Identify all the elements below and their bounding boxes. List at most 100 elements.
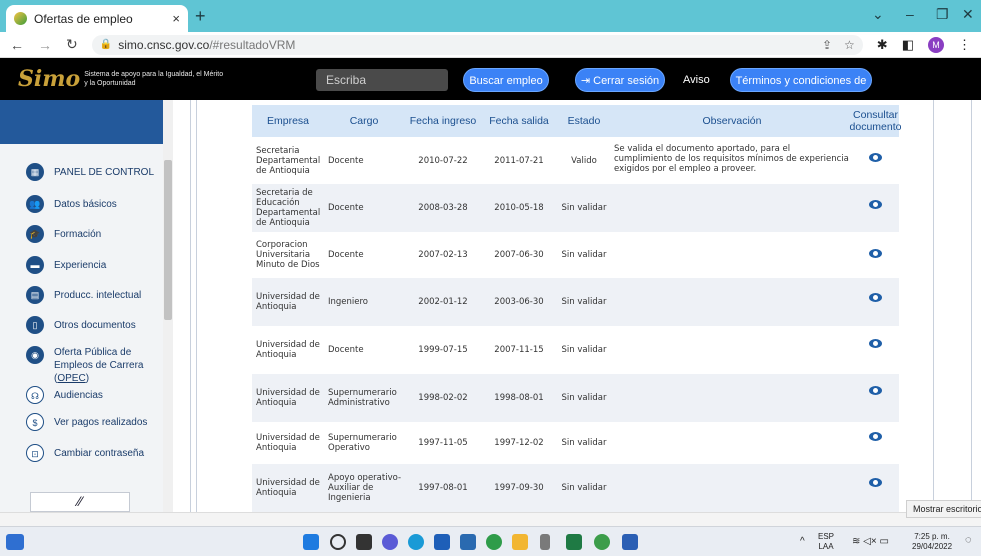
cell-salida: 2003-06-30 [494,297,544,307]
file-explorer-icon[interactable] [512,534,528,550]
chat-icon[interactable] [382,534,398,550]
search-icon[interactable] [330,534,346,550]
restore-icon[interactable]: ❐ [936,6,949,23]
chrome-profile-icon[interactable] [594,534,610,550]
main-content: Empresa Cargo Fecha ingreso Fecha salida… [173,100,981,512]
sidebar-item-contrasena[interactable]: ⊡ Cambiar contraseña [26,444,144,462]
sidebar-item-panel[interactable]: ▦ PANEL DE CONTROL [26,163,154,181]
table-row: Universidad de Antioquia Docente 1999-07… [252,326,899,374]
extensions-icon[interactable]: ✱ [877,37,888,53]
graduation-icon: 🎓 [26,225,44,243]
usb-icon[interactable] [540,534,550,550]
reload-icon[interactable]: ↻ [66,36,78,53]
sidebar-item-opec[interactable]: ◉ Oferta Pública de Empleos de Carrera (… [26,346,165,385]
word-icon[interactable] [622,534,638,550]
horizontal-scrollbar[interactable] [0,512,981,526]
profile-avatar[interactable]: M [928,36,944,53]
chrome-icon[interactable] [486,534,502,550]
cell-cargo: Docente [328,155,364,166]
simo-logo[interactable]: Simo Sistema de apoyo para la Igualdad, … [18,66,224,92]
frame-line-left [190,100,191,512]
sidebar-item-formacion[interactable]: 🎓 Formación [26,225,101,243]
cell-empresa: Universidad de Antioquia [256,478,320,498]
task-view-icon[interactable] [356,534,372,550]
cerrar-sesion-button[interactable]: ⇥ Cerrar sesión [575,68,665,92]
back-icon[interactable]: ← [10,37,24,53]
dashboard-icon: ▦ [26,163,44,181]
view-document-eye-icon[interactable] [869,478,882,487]
show-desktop-tooltip: Mostrar escritorio [906,500,981,518]
sidebar-item-experiencia[interactable]: ▬ Experiencia [26,256,106,274]
sidebar-item-audiencias[interactable]: ☊ Audiencias [26,386,103,404]
terminos-button[interactable]: Términos y condiciones de uso [730,68,872,111]
cell-cargo: Docente [328,345,364,355]
cell-cargo: Ingeniero [328,297,369,307]
address-bar-row: ← → ↻ 🔒 simo.cnsc.gov.co/#resultadoVRM ⇪… [0,32,981,58]
cell-observacion [614,422,850,464]
sidebar-item-label: Cambiar contraseña [54,447,145,459]
logo-tagline: Sistema de apoyo para la Igualdad, el Mé… [84,71,224,87]
widgets-icon[interactable] [6,534,24,550]
view-document-eye-icon[interactable] [869,386,882,395]
aviso-link[interactable]: Aviso [683,74,710,86]
lang-layout: LAA [818,542,834,551]
url-field[interactable]: 🔒 simo.cnsc.gov.co/#resultadoVRM ⇪ ☆ [91,34,863,55]
sidepanel-icon[interactable]: ◧ [902,37,914,53]
tray-chevron-icon[interactable]: ^ [800,537,805,547]
mail-icon[interactable] [434,534,450,550]
view-document-eye-icon[interactable] [869,339,882,348]
sidebar-item-label: PANEL DE CONTROL [54,166,155,178]
cell-ingreso: 1999-07-15 [418,345,468,355]
share-icon[interactable]: ⇪ [822,38,832,52]
edge-icon[interactable] [408,534,424,550]
view-document-eye-icon[interactable] [869,249,882,258]
sidebar-item-label: Datos básicos [54,198,117,210]
table-row: Secretaria de Educación Departamental de… [252,184,899,232]
forward-icon[interactable]: → [38,37,52,53]
tab-close-icon[interactable]: × [172,11,180,26]
site-favicon-icon [14,12,27,25]
sidebar-profile-banner [0,100,165,144]
table-row: Universidad de Antioquia Apoyo operativo… [252,464,899,512]
network-volume-battery-icons[interactable]: ≋ ◁× ▭ [852,537,889,547]
cell-cargo: Apoyo operativo-Auxiliar de Ingenieria [328,473,402,503]
cerrar-sesion-label: Cerrar sesión [593,75,660,87]
cell-empresa: Secretaria de Educación Departamental de… [256,188,321,228]
opec-link[interactable]: OPEC [57,373,85,384]
sidebar-item-datos[interactable]: 👥 Datos básicos [26,195,117,213]
cell-observacion: Se valida el documento aportado, para el… [614,144,849,174]
minimize-icon[interactable]: – [906,6,914,22]
site-header: Simo Sistema de apoyo para la Igualdad, … [0,58,981,111]
language-indicator[interactable]: ESP LAA [818,532,834,552]
menu-kebab-icon[interactable]: ⋮ [958,37,971,53]
tab-title: Ofertas de empleo [34,11,133,26]
buscar-empleo-button[interactable]: Buscar empleo [463,68,549,92]
sidebar-item-pagos[interactable]: $ Ver pagos realizados [26,413,147,431]
cell-observacion [614,278,850,326]
sidebar-scrollbar[interactable] [163,100,173,512]
sidebar-item-otros[interactable]: ▯ Otros documentos [26,316,136,334]
cell-observacion [614,326,850,374]
cell-empresa: Secretaria Departamental de Antioquia [256,145,321,176]
window-close-icon[interactable]: ✕ [962,6,974,23]
sidebar-scroll-thumb[interactable] [164,160,172,320]
start-icon[interactable] [303,534,319,550]
cell-estado: Sin validar [561,203,607,213]
table-row: Universidad de Antioquia Supernumerario … [252,422,899,464]
tab-search-chevron-icon[interactable]: ⌄ [872,6,884,23]
cell-ingreso: 1997-11-05 [418,438,468,448]
notification-icon[interactable]: ◌ [965,535,972,546]
store-icon[interactable] [460,534,476,550]
sidebar-item-producc[interactable]: ▤ Producc. intelectual [26,286,141,304]
view-document-eye-icon[interactable] [869,432,882,441]
clock[interactable]: 7:25 p. m. 29/04/2022 [912,532,952,552]
search-input[interactable]: Escriba [316,69,448,91]
bookmark-star-icon[interactable]: ☆ [844,38,855,52]
excel-icon[interactable] [566,534,582,550]
view-document-eye-icon[interactable] [869,200,882,209]
browser-tab[interactable]: Ofertas de empleo × [6,5,188,32]
col-fecha-salida: Fecha salida [489,115,549,127]
view-document-eye-icon[interactable] [869,293,882,302]
view-document-eye-icon[interactable] [869,153,882,162]
new-tab-button[interactable]: + [195,6,206,27]
